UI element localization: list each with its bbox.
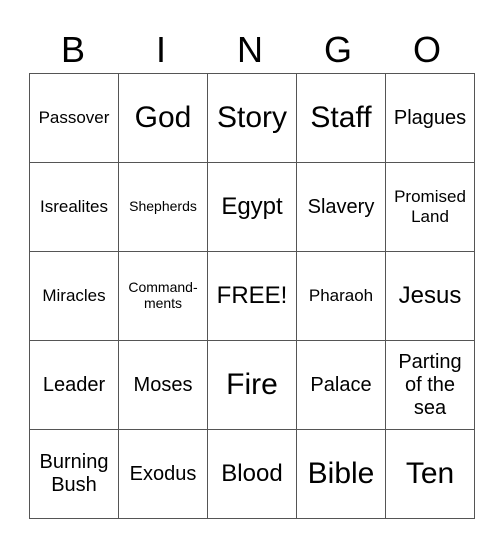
bingo-header: B I N G O xyxy=(29,28,471,72)
cell-text: Passover xyxy=(38,107,110,127)
card-cell[interactable]: Exodus xyxy=(118,429,208,519)
cell-text: Pharaoh xyxy=(308,285,374,305)
cell-text: Moses xyxy=(133,373,193,396)
cell-text: Promised Land xyxy=(394,187,466,226)
card-cell[interactable]: Palace xyxy=(296,340,386,430)
card-cell[interactable]: Egypt xyxy=(207,162,297,252)
cell-text: Bible xyxy=(307,456,375,490)
card-cell[interactable]: Fire xyxy=(207,340,297,430)
cell-text: Fire xyxy=(226,367,278,401)
card-row: Miracles Command- ments FREE! Pharaoh Je… xyxy=(29,251,475,341)
card-cell[interactable]: Command- ments xyxy=(118,251,208,341)
cell-text: Egypt xyxy=(221,193,283,221)
cell-text: Staff xyxy=(310,100,372,134)
card-cell[interactable]: Leader xyxy=(29,340,119,430)
card-row: Isrealites Shepherds Egypt Slavery Promi… xyxy=(29,162,475,252)
card-cell[interactable]: Promised Land xyxy=(385,162,475,252)
cell-text: Shepherds xyxy=(129,197,197,214)
cell-text: Leader xyxy=(42,373,106,396)
card-row: Leader Moses Fire Palace Parting of the … xyxy=(29,340,475,430)
cell-text: God xyxy=(134,100,192,134)
free-space-cell[interactable]: FREE! xyxy=(207,251,297,341)
card-cell[interactable]: Passover xyxy=(29,73,119,163)
cell-text: Isrealites xyxy=(39,196,109,216)
cell-text: Slavery xyxy=(307,195,375,218)
header-letter-n: N xyxy=(237,29,263,70)
card-cell[interactable]: Slavery xyxy=(296,162,386,252)
cell-text: Burning Bush xyxy=(39,451,109,496)
card-cell[interactable]: Plagues xyxy=(385,73,475,163)
card-cell[interactable]: Moses xyxy=(118,340,208,430)
card-row: Passover God Story Staff Plagues xyxy=(29,73,475,163)
header-letter-b: B xyxy=(60,29,85,70)
card-cell[interactable]: God xyxy=(118,73,208,163)
card-cell[interactable]: Burning Bush xyxy=(29,429,119,519)
card-cell[interactable]: Ten xyxy=(385,429,475,519)
header-letter-i: I xyxy=(155,29,166,70)
card-cell[interactable]: Jesus xyxy=(385,251,475,341)
card-cell[interactable]: Parting of the sea xyxy=(385,340,475,430)
card-cell[interactable]: Shepherds xyxy=(118,162,208,252)
card-cell[interactable]: Isrealites xyxy=(29,162,119,252)
cell-text: Miracles xyxy=(42,285,106,305)
card-cell[interactable]: Bible xyxy=(296,429,386,519)
cell-text: Plagues xyxy=(393,106,467,129)
cell-text: Story xyxy=(216,100,288,134)
header-letter-o: O xyxy=(412,29,441,70)
cell-text: Jesus xyxy=(398,282,462,310)
bingo-card-grid: Passover God Story Staff Plagues Isreali… xyxy=(29,73,475,519)
cell-text: Parting of the sea xyxy=(398,350,462,419)
cell-text: Exodus xyxy=(129,462,197,485)
card-cell[interactable]: Staff xyxy=(296,73,386,163)
card-cell[interactable]: Blood xyxy=(207,429,297,519)
free-space-text: FREE! xyxy=(216,282,288,310)
cell-text: Palace xyxy=(310,373,372,396)
cell-text: Ten xyxy=(405,456,455,490)
cell-text: Blood xyxy=(221,460,283,488)
header-letter-g: G xyxy=(323,29,352,70)
cell-text: Command- ments xyxy=(128,278,198,311)
card-row: Burning Bush Exodus Blood Bible Ten xyxy=(29,429,475,519)
card-cell[interactable]: Pharaoh xyxy=(296,251,386,341)
card-cell[interactable]: Story xyxy=(207,73,297,163)
card-cell[interactable]: Miracles xyxy=(29,251,119,341)
